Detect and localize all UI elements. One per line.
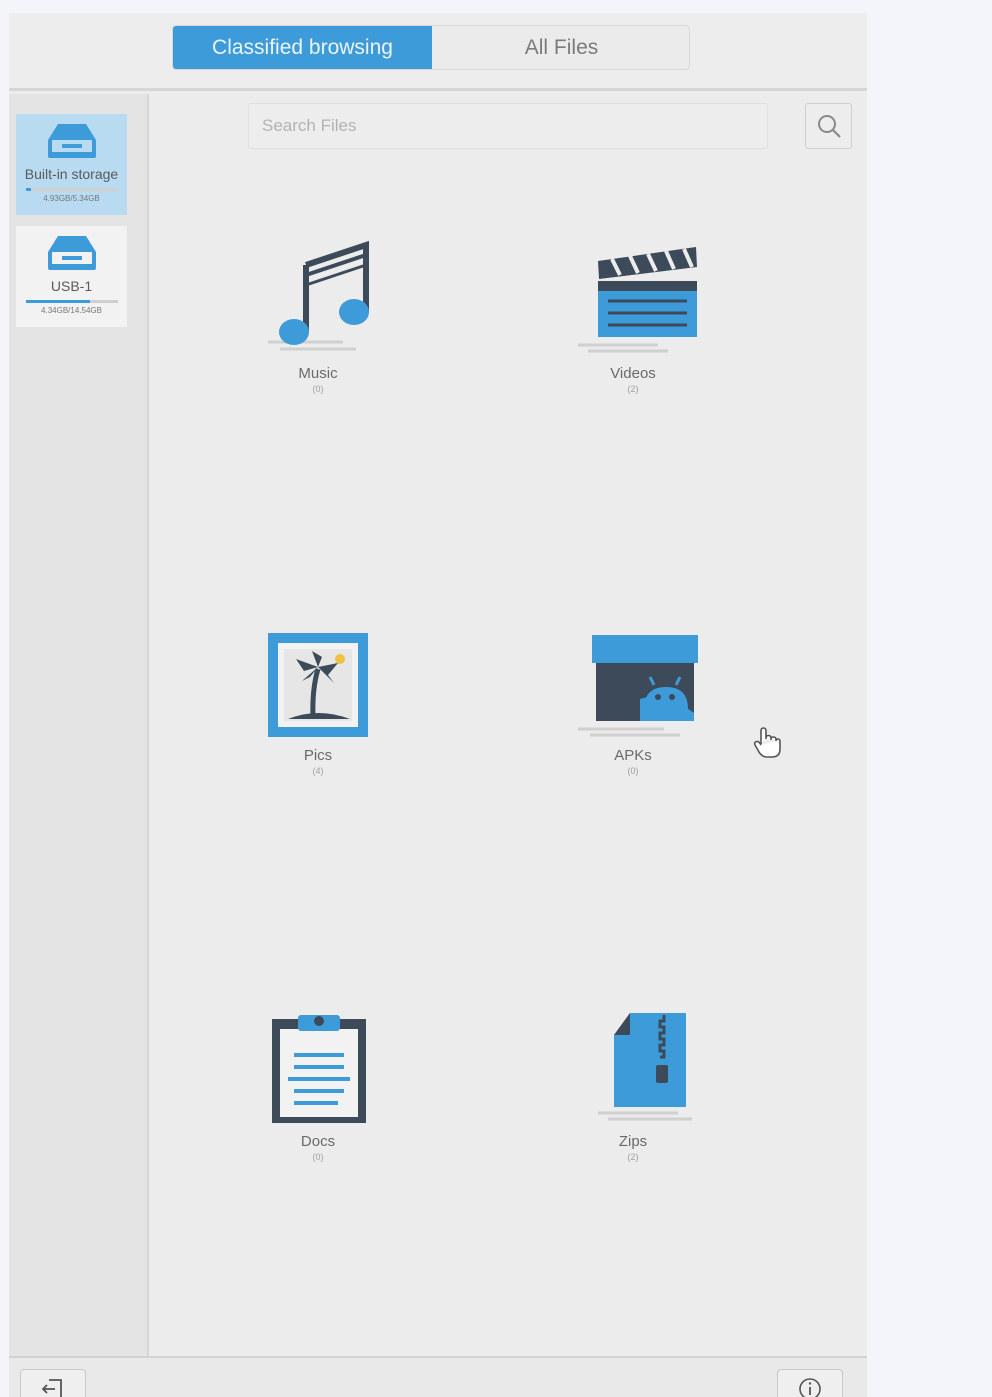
- storage-item-usb-1[interactable]: USB-1 4.34GB/14.54GB: [16, 226, 127, 327]
- storage-item-built-in[interactable]: Built-in storage 4.93GB/5.34GB: [16, 114, 127, 215]
- category-apks[interactable]: APKs (0): [533, 629, 733, 776]
- exit-button[interactable]: [20, 1369, 86, 1397]
- category-videos[interactable]: Videos (2): [533, 239, 733, 394]
- tab-group: Classified browsing All Files: [172, 25, 690, 70]
- search-icon: [817, 115, 841, 138]
- tab-all-files[interactable]: All Files: [432, 26, 689, 69]
- drive-icon: [47, 124, 96, 158]
- category-label: Zips: [618, 1133, 648, 1150]
- category-music[interactable]: Music (0): [218, 239, 418, 394]
- info-button[interactable]: [777, 1369, 843, 1397]
- storage-usage-bar: [25, 300, 118, 303]
- storage-usage-bar: [25, 188, 118, 191]
- storage-usage-fill: [25, 300, 90, 303]
- category-zips[interactable]: Zips (2): [533, 1009, 733, 1162]
- picture-icon: [268, 633, 368, 737]
- info-icon: [799, 1378, 821, 1397]
- category-count: (4): [312, 766, 324, 776]
- exit-icon: [41, 1379, 62, 1397]
- zip-file-icon: [598, 1013, 692, 1121]
- storage-label: Built-in storage: [24, 166, 119, 182]
- category-count: (0): [312, 384, 324, 394]
- storage-sidebar: Built-in storage 4.93GB/5.34GB USB-1 4.3…: [9, 94, 149, 1356]
- category-count: (2): [627, 384, 639, 394]
- category-count: (0): [627, 766, 639, 776]
- clipboard-icon: [272, 1015, 366, 1123]
- category-label: APKs: [614, 747, 652, 764]
- storage-size: 4.34GB/14.54GB: [41, 306, 102, 315]
- tab-classified-browsing[interactable]: Classified browsing: [173, 26, 432, 69]
- storage-usage-fill: [25, 188, 32, 191]
- category-label: Videos: [610, 365, 656, 382]
- bottom-bar: [9, 1356, 867, 1397]
- search-button[interactable]: [805, 103, 852, 149]
- usb-drive-icon: [47, 236, 96, 270]
- storage-label: USB-1: [50, 278, 93, 294]
- category-count: (2): [627, 1152, 639, 1162]
- top-bar: Classified browsing All Files: [9, 13, 867, 91]
- file-manager-window: Classified browsing All Files Built-in s…: [9, 13, 867, 1397]
- category-label: Music: [298, 365, 338, 382]
- category-label: Pics: [303, 747, 333, 764]
- category-count: (0): [312, 1152, 324, 1162]
- search-input[interactable]: [248, 103, 768, 149]
- clapperboard-icon: [578, 247, 697, 353]
- storage-size: 4.93GB/5.34GB: [43, 194, 100, 203]
- category-label: Docs: [300, 1133, 336, 1150]
- category-docs[interactable]: Docs (0): [218, 1009, 418, 1162]
- android-box-icon: [578, 635, 698, 737]
- category-pics[interactable]: Pics (4): [218, 629, 418, 776]
- hand-cursor-icon: [753, 727, 781, 758]
- music-note-icon: [268, 240, 369, 351]
